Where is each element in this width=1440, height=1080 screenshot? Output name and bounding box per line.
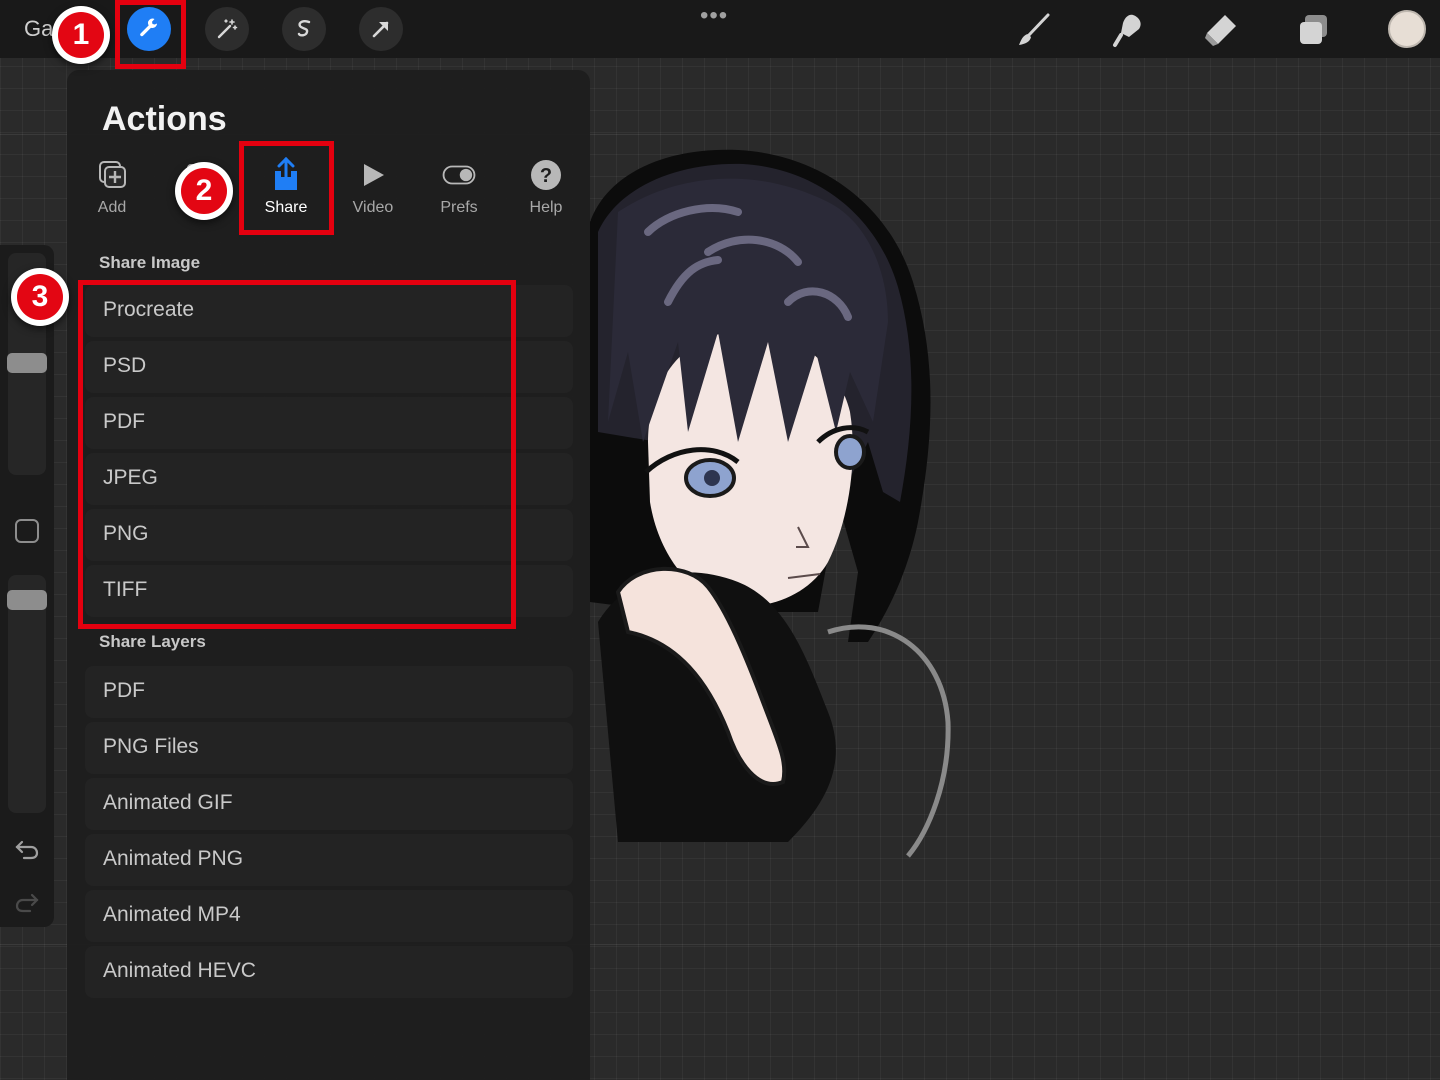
help-icon: ? — [531, 160, 561, 190]
transform-button[interactable] — [359, 7, 403, 51]
share-layers-pdf[interactable]: PDF — [85, 666, 573, 718]
tab-prefs[interactable]: Prefs — [419, 158, 499, 224]
eraser-icon — [1205, 15, 1236, 46]
opacity-thumb[interactable] — [7, 590, 47, 610]
eraser-button[interactable] — [1200, 10, 1240, 50]
undo-button[interactable] — [13, 837, 41, 861]
redo-button[interactable] — [13, 890, 41, 914]
selection-button[interactable] — [282, 7, 326, 51]
step-badge-1: 1 — [52, 6, 110, 64]
actions-panel-title: Actions — [102, 100, 227, 138]
redo-icon — [15, 893, 39, 913]
brush-size-thumb[interactable] — [7, 353, 47, 373]
video-play-icon — [364, 164, 384, 186]
opacity-slider[interactable] — [8, 575, 46, 813]
share-layers-animated-hevc[interactable]: Animated HEVC — [85, 946, 573, 998]
selection-icon — [297, 20, 311, 37]
share-layers-animated-gif[interactable]: Animated GIF — [85, 778, 573, 830]
left-sidebar — [0, 245, 54, 927]
share-layers-heading: Share Layers — [99, 632, 206, 651]
tab-video[interactable]: Video — [333, 158, 413, 224]
gallery-link[interactable]: Ga — [24, 16, 53, 42]
share-layers-png-files[interactable]: PNG Files — [85, 722, 573, 774]
tab-help[interactable]: ? Help — [506, 158, 586, 224]
share-image-heading: Share Image — [99, 253, 201, 272]
layers-button[interactable] — [1294, 10, 1334, 50]
smudge-icon — [1113, 14, 1141, 47]
undo-icon — [15, 840, 39, 860]
top-toolbar: Ga ••• — [0, 0, 1440, 58]
highlight-actions-button — [115, 0, 186, 69]
layers-icon — [1300, 15, 1327, 44]
magic-wand-icon — [217, 19, 238, 39]
share-layers-animated-mp4[interactable]: Animated MP4 — [85, 890, 573, 942]
add-icon — [99, 161, 126, 188]
svg-text:?: ? — [540, 165, 552, 187]
anime-girl-artwork — [590, 149, 951, 858]
color-picker-swatch[interactable] — [1388, 10, 1426, 48]
more-options-dots[interactable]: ••• — [700, 2, 728, 30]
adjustments-button[interactable] — [205, 7, 249, 51]
brush-button[interactable] — [1014, 10, 1054, 50]
transform-arrow-icon — [372, 21, 389, 38]
toggle-icon — [442, 165, 476, 185]
step-badge-2: 2 — [175, 162, 233, 220]
highlight-share-image-list — [78, 280, 516, 629]
tab-add[interactable]: Add — [72, 158, 152, 224]
modify-button[interactable] — [15, 519, 39, 543]
share-layers-animated-png[interactable]: Animated PNG — [85, 834, 573, 886]
step-badge-3: 3 — [11, 268, 69, 326]
highlight-share-tab — [239, 141, 334, 235]
brush-icon — [1019, 13, 1050, 45]
smudge-button[interactable] — [1108, 10, 1148, 50]
